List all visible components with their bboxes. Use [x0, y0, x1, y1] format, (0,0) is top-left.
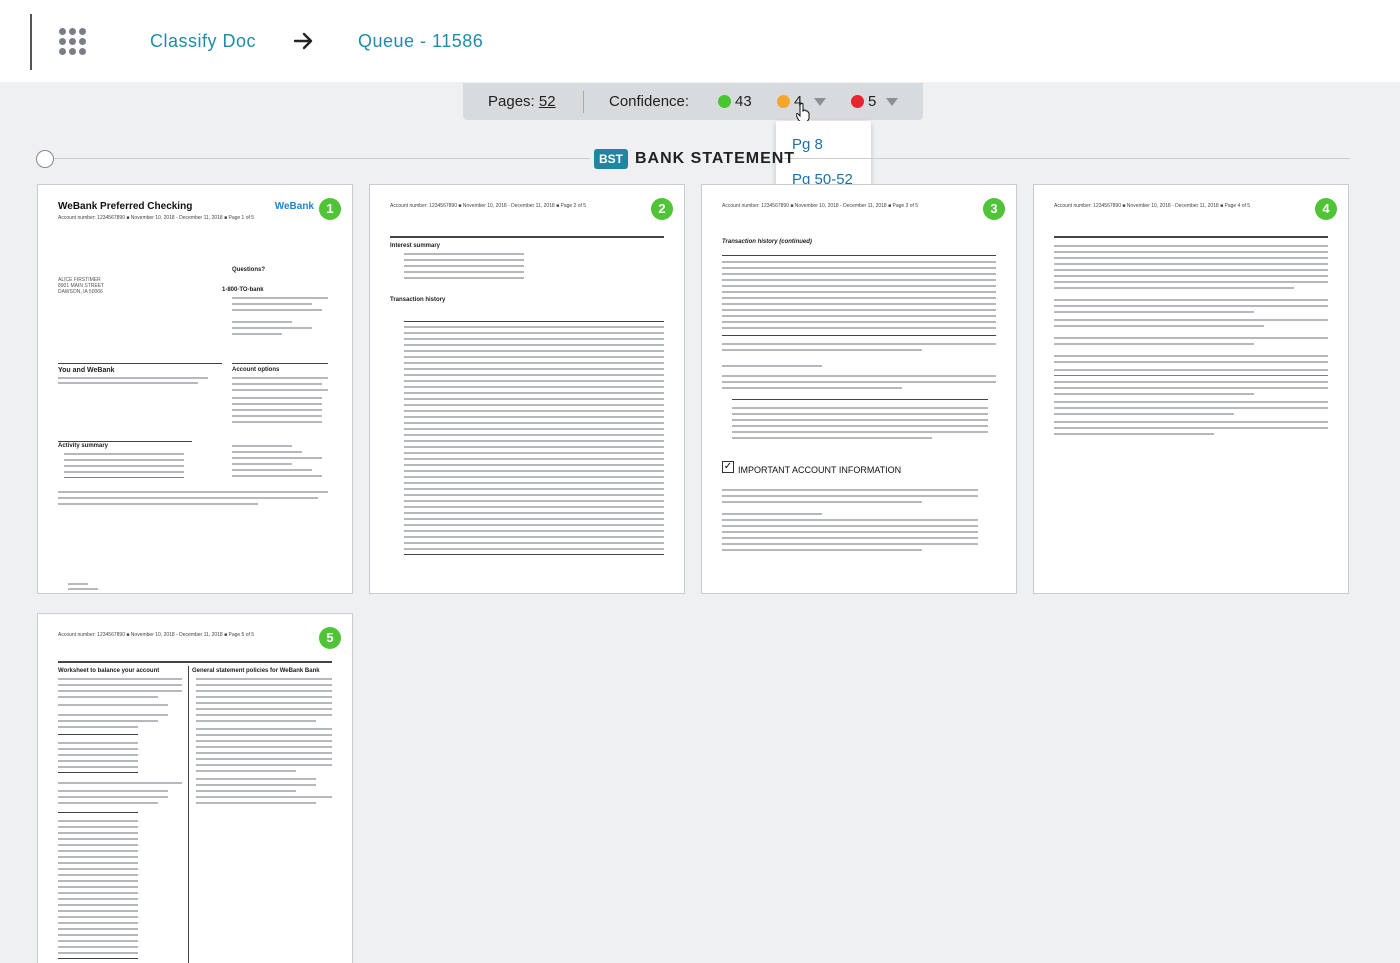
- section-divider-right: [780, 158, 1350, 159]
- green-count[interactable]: 43: [735, 93, 752, 110]
- page-number-badge: 1: [319, 198, 341, 220]
- page-thumbnail-3[interactable]: 3 Account number: 1234567890 ■ November …: [701, 184, 1017, 594]
- account-options-heading: Account options: [232, 367, 280, 373]
- address-block: ALICE FIRSTIMER 8901 MAIN STREET DAWSON,…: [58, 277, 105, 295]
- page-thumbnail-4[interactable]: 4 Account number: 1234567890 ■ November …: [1033, 184, 1349, 594]
- doc-header-line: Account number: 1234567890 ■ November 10…: [722, 203, 919, 209]
- green-dot-icon[interactable]: [718, 95, 731, 108]
- doc-header-line: Account number: 1234567890 ■ November 10…: [58, 215, 255, 221]
- red-dropdown-caret-icon[interactable]: [886, 98, 898, 106]
- doc-header-line: Account number: 1234567890 ■ November 10…: [390, 203, 587, 209]
- confidence-toolbar: Pages: 52 Confidence: 43 4 5: [463, 83, 923, 123]
- transaction-history-heading: Transaction history: [390, 297, 446, 303]
- section-select-radio[interactable]: [36, 150, 54, 168]
- page-thumbnail-5[interactable]: 5 Account number: 1234567890 ■ November …: [37, 613, 353, 963]
- phone-number: 1-800-TO-bank: [222, 287, 264, 293]
- hand-cursor-icon: [796, 103, 810, 123]
- confidence-label: Confidence:: [609, 93, 690, 110]
- doc-header-line: Account number: 1234567890 ■ November 10…: [58, 632, 255, 638]
- dropdown-item-pg8[interactable]: Pg 8: [792, 136, 823, 153]
- arrow-right-icon: [293, 32, 313, 50]
- orange-dot-icon[interactable]: [777, 95, 790, 108]
- red-dot-icon[interactable]: [851, 95, 864, 108]
- worksheet-heading: Worksheet to balance your account: [58, 668, 160, 674]
- section-divider-left: [54, 158, 590, 159]
- interest-summary-heading: Interest summary: [390, 243, 441, 249]
- doc-title: WeBank Preferred Checking: [58, 201, 193, 212]
- app-header: Classify Doc Queue - 11586: [0, 0, 1400, 82]
- page-thumbnail-1[interactable]: 1 WeBank Preferred Checking Account numb…: [37, 184, 353, 594]
- toolbar-divider: [583, 91, 584, 113]
- webank-logo: WeBank: [274, 201, 314, 212]
- orange-dropdown-caret-icon[interactable]: [814, 98, 826, 106]
- page-number-badge: 2: [651, 198, 673, 220]
- doc-header-line: Account number: 1234567890 ■ November 10…: [1054, 203, 1251, 209]
- activity-summary-heading: Activity summary: [58, 443, 109, 449]
- pages-count[interactable]: 52: [539, 93, 556, 110]
- you-and-webank-heading: You and WeBank: [58, 367, 115, 374]
- breadcrumb-classify-doc[interactable]: Classify Doc: [150, 31, 256, 52]
- header-divider: [30, 14, 32, 70]
- transaction-history-continued-heading: Transaction history (continued): [722, 239, 812, 245]
- checkbox-checked-icon: ✓: [722, 461, 734, 473]
- section-type-badge: BST: [594, 149, 628, 169]
- page-thumbnail-2[interactable]: 2 Account number: 1234567890 ■ November …: [369, 184, 685, 594]
- page-number-badge: 4: [1315, 198, 1337, 220]
- page-number-badge: 5: [319, 627, 341, 649]
- pages-label: Pages: 52: [488, 93, 556, 110]
- questions-heading: Questions?: [232, 267, 266, 273]
- page-number-badge: 3: [983, 198, 1005, 220]
- red-count[interactable]: 5: [868, 93, 876, 110]
- apps-grid-icon[interactable]: [59, 28, 87, 56]
- breadcrumb-queue[interactable]: Queue - 11586: [358, 31, 483, 52]
- section-title: BANK STATEMENT: [635, 150, 796, 167]
- important-account-info-heading: IMPORTANT ACCOUNT INFORMATION: [738, 465, 902, 475]
- policies-heading: General statement policies for WeBank Ba…: [192, 668, 320, 674]
